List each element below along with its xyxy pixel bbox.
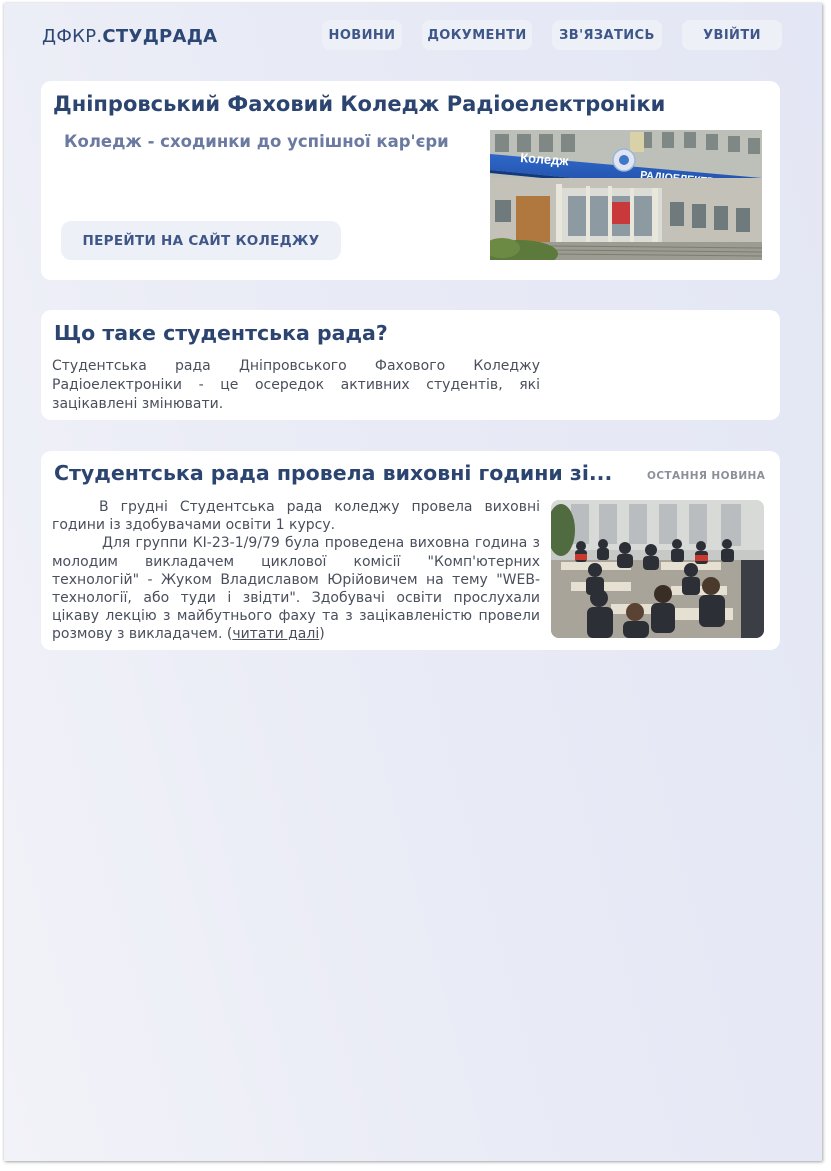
college-building-photo: Коледж РАДІОЕЛЕКТРОНІКИ [490,130,762,260]
about-text: Студентська рада Дніпровського Фахового … [52,358,540,412]
logo-name: СТУДРАДА [102,26,218,47]
news-paragraph-1: В грудні Студентська рада коледжу провел… [52,499,540,534]
about-title: Що таке студентська рада? [54,321,388,345]
news-text: В грудні Студентська рада коледжу провел… [52,498,540,644]
news-closing-paren: ) [319,626,325,643]
about-card: Що таке студентська рада? Студентська ра… [41,310,780,420]
latest-news-badge: ОСТАННЯ НОВИНА [647,470,766,482]
hero-title: Дніпровський Фаховий Коледж Радіоелектро… [53,92,666,116]
news-title[interactable]: Студентська рада провела виховні години … [54,461,612,485]
nav-contact-button[interactable]: ЗВ'ЯЗАТИСЬ [552,20,662,50]
news-paragraph-2: Для группи КІ-23-1/9/79 була проведена в… [52,534,540,643]
site-logo[interactable]: ДФКР.СТУДРАДА [42,26,217,47]
college-site-button[interactable]: ПЕРЕЙТИ НА САЙТ КОЛЕДЖУ [61,221,341,260]
hero-subtitle: Коледж - сходинки до успішної кар'єри [64,132,449,151]
logo-prefix: ДФКР. [42,26,103,47]
read-more-link[interactable]: читати далі [232,626,319,642]
nav-login-button[interactable]: УВІЙТИ [682,20,782,50]
nav-news-button[interactable]: НОВИНИ [322,20,402,50]
news-card: Студентська рада провела виховні години … [41,451,780,650]
hero-card: Дніпровський Фаховий Коледж Радіоелектро… [41,81,780,280]
classroom-photo [551,500,764,638]
nav-documents-button[interactable]: ДОКУМЕНТИ [422,20,532,50]
